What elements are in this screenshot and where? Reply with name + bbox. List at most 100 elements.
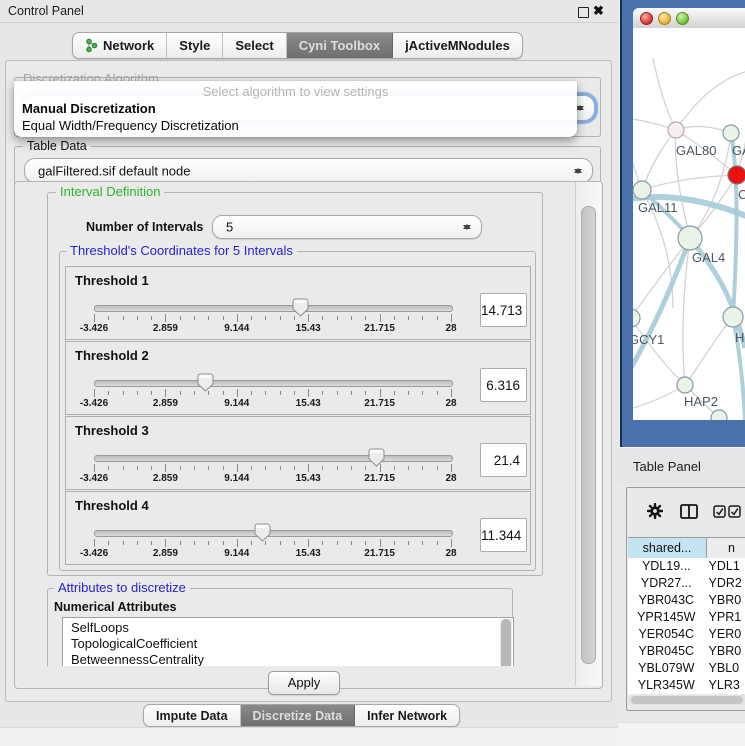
slider-track[interactable] xyxy=(94,530,453,537)
checkbox-icon[interactable] xyxy=(713,505,726,523)
network-node[interactable] xyxy=(711,410,727,420)
tick-mark xyxy=(394,316,395,320)
apply-button[interactable]: Apply xyxy=(268,671,340,695)
vertical-scrollbar[interactable] xyxy=(575,182,601,686)
control-panel-titlebar: Control Panel ✖ xyxy=(0,0,618,23)
horizontal-scrollbar[interactable] xyxy=(629,695,745,705)
network-node[interactable] xyxy=(633,181,651,199)
tab-cyni-toolbox[interactable]: Cyni Toolbox xyxy=(287,33,393,58)
tick-mark xyxy=(280,391,281,395)
tick-label: 15.43 xyxy=(283,548,333,559)
network-view-frame[interactable]: GAL80GACGAL11GAL4HGCY1HAP2 xyxy=(620,0,745,447)
tick-mark xyxy=(208,316,209,320)
network-edge[interactable] xyxy=(642,130,676,190)
tick-mark xyxy=(151,391,152,395)
attribute-list-item[interactable]: BetweennessCentrality xyxy=(63,652,513,666)
attribute-list-item[interactable]: TopologicalCoefficient xyxy=(63,636,513,652)
tick-mark xyxy=(265,316,266,320)
right-bottom-strip xyxy=(618,722,745,746)
tab-infer-network[interactable]: Infer Network xyxy=(355,705,459,726)
gear-icon[interactable] xyxy=(647,503,663,524)
column-header-shared-name[interactable]: shared... xyxy=(628,538,707,558)
slider-track[interactable] xyxy=(94,305,453,312)
network-edge[interactable] xyxy=(737,108,745,175)
table-data-combo[interactable]: galFiltered.sif default node xyxy=(24,158,593,183)
network-edge-thick[interactable] xyxy=(633,238,690,378)
network-graph[interactable]: GAL80GACGAL11GAL4HGCY1HAP2 xyxy=(633,28,745,420)
tick-mark xyxy=(437,316,438,320)
tick-mark xyxy=(437,391,438,395)
network-edge-thick[interactable] xyxy=(731,133,737,317)
tab-select[interactable]: Select xyxy=(223,33,286,58)
tick-mark xyxy=(123,316,124,320)
threshold-value-field[interactable]: 6.316 xyxy=(480,368,527,402)
hscroll-thumb[interactable] xyxy=(631,696,743,704)
network-edge[interactable] xyxy=(642,175,737,190)
tab-style[interactable]: Style xyxy=(167,33,223,58)
network-edge[interactable] xyxy=(676,70,745,130)
popup-option-equal-width[interactable]: Equal Width/Frequency Discretization xyxy=(22,118,239,133)
tick-mark xyxy=(408,316,409,320)
threshold-value-field[interactable]: 11.344 xyxy=(480,518,527,552)
slider-thumb[interactable] xyxy=(368,448,385,467)
network-canvas[interactable]: GAL80GACGAL11GAL4HGCY1HAP2 xyxy=(633,28,745,420)
tick-label: 15.43 xyxy=(283,323,333,334)
slider-thumb[interactable] xyxy=(197,373,214,392)
table-row[interactable]: YDR27...YDR2 xyxy=(628,575,745,592)
close-icon[interactable]: ✖ xyxy=(593,3,604,19)
network-node[interactable] xyxy=(633,309,640,327)
slider-track[interactable] xyxy=(94,455,453,462)
table-row[interactable]: YBR043CYBR0 xyxy=(628,592,745,609)
column-header-name[interactable]: n xyxy=(707,538,745,558)
float-window-icon[interactable] xyxy=(578,7,589,18)
tick-mark xyxy=(251,466,252,470)
table-row[interactable]: YPR145WYPR1 xyxy=(628,609,745,626)
split-columns-icon[interactable] xyxy=(680,504,698,524)
network-node[interactable] xyxy=(723,307,743,327)
slider-track[interactable] xyxy=(94,380,453,387)
table-row[interactable]: YLR345WYLR3 xyxy=(628,677,745,694)
network-node[interactable] xyxy=(678,226,702,250)
tab-jactivemnodules[interactable]: jActiveMNodules xyxy=(393,33,522,58)
tick-mark xyxy=(180,391,181,395)
table-data-title: Table Data xyxy=(23,139,91,153)
popup-option-manual[interactable]: Manual Discretization xyxy=(22,101,156,116)
network-edge[interactable] xyxy=(653,58,676,130)
network-node[interactable] xyxy=(723,125,739,141)
numerical-attributes-list[interactable]: SelfLoopsTopologicalCoefficientBetweenne… xyxy=(62,617,514,666)
tick-mark xyxy=(123,466,124,470)
table-row[interactable]: YBR045CYBR0 xyxy=(628,643,745,660)
attribute-list-item[interactable]: SelfLoops xyxy=(63,620,513,636)
tick-mark xyxy=(380,539,381,547)
table-row[interactable]: YBL079WYBL0 xyxy=(628,660,745,677)
tab-discretize-data[interactable]: Discretize Data xyxy=(241,705,356,726)
slider-thumb[interactable] xyxy=(254,523,271,542)
network-edge[interactable] xyxy=(633,385,685,410)
top-tab-bar: Network Style Select Cyni Toolbox jActiv… xyxy=(72,32,523,59)
network-edge[interactable] xyxy=(685,317,733,385)
close-traffic-light-icon[interactable] xyxy=(640,12,653,25)
table-row[interactable]: YER054CYER0 xyxy=(628,626,745,643)
list-scroll-thumb[interactable] xyxy=(501,619,511,666)
tab-network[interactable]: Network xyxy=(73,33,167,58)
threshold-panel: Threshold 4-3.4262.8599.14415.4321.71528… xyxy=(65,491,531,565)
table-row[interactable]: YDL19...YDL1 xyxy=(628,558,745,575)
algorithm-popup: Select algorithm to view settings Manual… xyxy=(14,81,577,137)
scrollbar-thumb[interactable] xyxy=(581,206,596,664)
network-node[interactable] xyxy=(668,122,684,138)
checkbox-icon[interactable] xyxy=(728,505,741,523)
number-of-intervals-combo[interactable]: 5 xyxy=(212,215,482,239)
tick-mark xyxy=(108,466,109,470)
network-node[interactable] xyxy=(677,377,693,393)
slider-thumb[interactable] xyxy=(292,298,309,317)
list-scrollbar[interactable] xyxy=(500,619,512,666)
tick-mark xyxy=(308,464,309,472)
zoom-traffic-light-icon[interactable] xyxy=(676,12,689,25)
threshold-value-field[interactable]: 14.713 xyxy=(480,293,527,327)
minimize-traffic-light-icon[interactable] xyxy=(658,12,671,25)
tick-mark xyxy=(322,316,323,320)
network-node[interactable] xyxy=(728,166,745,184)
threshold-value-field[interactable]: 21.4 xyxy=(480,443,527,477)
tab-impute-data[interactable]: Impute Data xyxy=(144,705,241,726)
tick-mark xyxy=(408,541,409,545)
